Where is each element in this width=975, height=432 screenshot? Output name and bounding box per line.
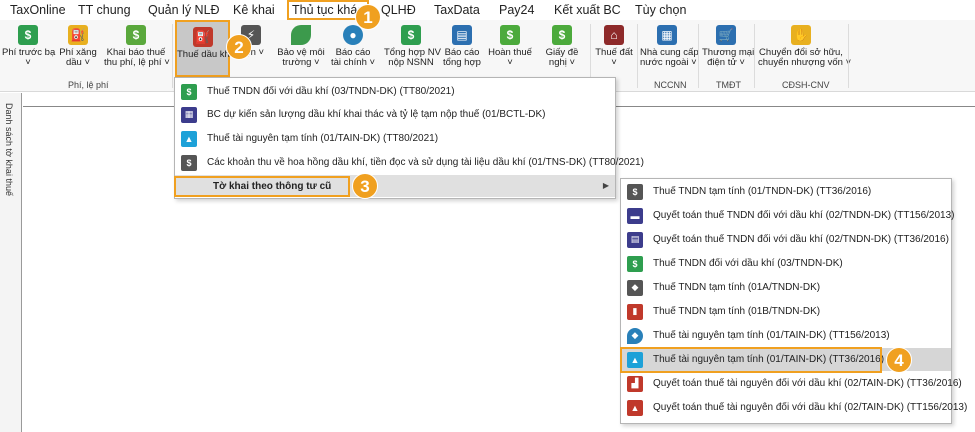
menu-qlhd[interactable]: QLHĐ	[379, 0, 418, 20]
money-bag-icon: $	[627, 183, 643, 200]
menu1-item-01-tns-dk-tt80[interactable]: $ Các khoản thu về hoa hồng dầu khí, tiề…	[175, 151, 644, 174]
menu-tt-chung[interactable]: TT chung	[76, 0, 133, 20]
ribbon-separator	[848, 24, 849, 88]
menu-quan-ly-nld[interactable]: Quản lý NLĐ	[146, 0, 222, 20]
gas-flame-icon: ◆	[627, 327, 643, 344]
old-circulars-submenu: $ Thuế TNDN tạm tính (01/TNDN-DK) (TT36/…	[620, 178, 967, 424]
money-icon: $	[126, 25, 146, 45]
menu-bar: TaxOnline TT chung Quản lý NLĐ Kê khai T…	[0, 0, 975, 20]
menu2-item-01a-tndn-dk[interactable]: ◆ Thuế TNDN tạm tính (01A/TNDN-DK)	[621, 276, 951, 299]
house-icon: ⌂	[604, 25, 624, 45]
thue-dat-button[interactable]: ⌂ Thuế đất ˅	[594, 20, 634, 78]
nha-cung-cap-nuoc-ngoai-button[interactable]: ▦ Nhà cung cấp nước ngoài ˅	[640, 20, 699, 78]
refund-icon: $	[500, 25, 520, 45]
group-label-tmdt: TMĐT	[716, 80, 741, 90]
money-bag-icon: $	[181, 154, 197, 171]
group-label-phi-le-phi: Phí, lệ phí	[68, 80, 109, 90]
document-dollar-icon: $	[401, 25, 421, 45]
menu2-item-01-tain-dk-tt156[interactable]: ◆ Thuế tài nguyên tạm tính (01/TAIN-DK) …	[621, 324, 951, 347]
step-badge-4: 4	[886, 347, 912, 373]
tong-hop-nv-button[interactable]: $ Tổng hợp NV nộp NSNN	[384, 20, 441, 78]
oil-platform-icon: ⛽	[192, 27, 213, 47]
menu2-item-02-tndn-dk-tt156[interactable]: ▬ Quyết toán thuế TNDN đối với dầu khí (…	[621, 204, 955, 227]
menu1-item-01-tain-dk-tt80[interactable]: ▲ Thuế tài nguyên tạm tính (01/TAIN-DK) …	[175, 127, 615, 150]
chart-money-icon: $	[181, 83, 197, 100]
resource-icon: ▲	[627, 351, 643, 368]
submenu-arrow-icon: ▶	[602, 181, 609, 190]
menu2-item-01b-tndn-dk[interactable]: ▮ Thuế TNDN tạm tính (01B/TNDN-DK)	[621, 300, 951, 323]
group-label-cdsh-cnv: CĐSH-CNV	[782, 80, 830, 90]
handshake-icon: ✋	[791, 25, 811, 45]
cart-icon: 🛒	[716, 25, 736, 45]
menu2-item-01-tndn-dk-tt36[interactable]: $ Thuế TNDN tạm tính (01/TNDN-DK) (TT36/…	[621, 180, 951, 203]
menu-ket-xuat-bc[interactable]: Kết xuất BC	[552, 0, 623, 20]
thue-dau-khi-menu: $ Thuế TNDN đối với dầu khí (03/TNDN-DK)…	[174, 77, 644, 199]
menu2-item-03-tndn-dk[interactable]: $ Thuế TNDN đối với dầu khí (03/TNDN-DK)	[621, 252, 951, 275]
ribbon-separator	[754, 24, 755, 88]
step-badge-3: 3	[352, 173, 378, 199]
phi-truoc-ba-button[interactable]: $ Phí trước bạ ˅	[2, 20, 55, 78]
resource-icon: ▲	[181, 130, 197, 147]
menu1-item-01-bctl-dk[interactable]: ▦ BC dự kiến sản lượng dầu khí khai thác…	[175, 103, 615, 126]
disc-icon: ●	[343, 25, 363, 45]
dollar-icon: $	[18, 25, 38, 45]
menu1-item-old-circulars[interactable]: Tờ khai theo thông tư cũ ▶	[175, 175, 615, 197]
group-label-nccnn: NCCNN	[654, 80, 687, 90]
calendar-icon: ▤	[627, 231, 643, 248]
menu1-item-03-tndn-dk-tt80[interactable]: $ Thuế TNDN đối với dầu khí (03/TNDN-DK)…	[175, 80, 615, 103]
paper-icon: $	[552, 25, 572, 45]
phi-xang-dau-button[interactable]: ⛽ Phí xăng dầu ˅	[58, 20, 98, 78]
chuyen-doi-so-huu-button[interactable]: ✋ Chuyển đổi sở hữu, chuyển nhượng vốn ˅	[758, 20, 851, 78]
ribbon-separator	[698, 24, 699, 88]
fuel-can-icon: ▮	[627, 303, 643, 320]
khai-bao-thue-phi-button[interactable]: $ Khai báo thuế thu phí, lệ phí ˅	[104, 20, 170, 78]
thue-dau-khi-button[interactable]: ⛽ Thuế dầu khí	[175, 20, 232, 77]
bao-ve-moi-truong-button[interactable]: Bảo vệ môi trường ˅	[276, 20, 326, 78]
menu-taxdata[interactable]: TaxData	[432, 0, 482, 20]
chart-money-icon: $	[627, 255, 643, 272]
oil-rig-icon: ▲	[627, 399, 643, 416]
ribbon-separator	[637, 24, 638, 88]
giay-de-nghi-button[interactable]: $ Giấy đề nghị ˅	[542, 20, 582, 78]
tax-declaration-list-panel[interactable]: Danh sách tờ khai thuế	[0, 93, 22, 432]
menu2-item-02-tain-dk-tt36[interactable]: ▟ Quyết toán thuế tài nguyên đối với dầu…	[621, 372, 962, 395]
bao-cao-tong-hop-button[interactable]: ▤ Báo cáo tổng hợp	[442, 20, 482, 78]
panel-vertical-label: Danh sách tờ khai thuế	[4, 103, 14, 196]
truck-icon: ▬	[627, 207, 643, 224]
factory-icon: ▟	[627, 375, 643, 392]
ribbon-separator	[172, 24, 173, 88]
report-icon: ▦	[181, 106, 197, 123]
menu2-item-02-tain-dk-tt156[interactable]: ▲ Quyết toán thuế tài nguyên đối với dầu…	[621, 396, 967, 419]
menu2-item-02-tndn-dk-tt36[interactable]: ▤ Quyết toán thuế TNDN đối với dầu khí (…	[621, 228, 951, 251]
building-icon: ▦	[657, 25, 677, 45]
step-badge-2: 2	[226, 34, 252, 60]
tag-icon: ◆	[627, 279, 643, 296]
step-badge-1: 1	[355, 4, 381, 30]
report-icon: ▤	[452, 25, 472, 45]
menu-taxonline[interactable]: TaxOnline	[8, 0, 68, 20]
leaf-icon	[291, 25, 311, 45]
hoan-thue-button[interactable]: $ Hoàn thuế ˅	[488, 20, 532, 78]
menu-tuy-chon[interactable]: Tùy chọn	[633, 0, 688, 20]
thuong-mai-dien-tu-button[interactable]: 🛒 Thương mại điện tử ˅	[702, 20, 754, 78]
menu-ke-khai[interactable]: Kê khai	[231, 0, 277, 20]
menu-pay24[interactable]: Pay24	[497, 0, 536, 20]
fuel-pump-icon: ⛽	[68, 25, 88, 45]
